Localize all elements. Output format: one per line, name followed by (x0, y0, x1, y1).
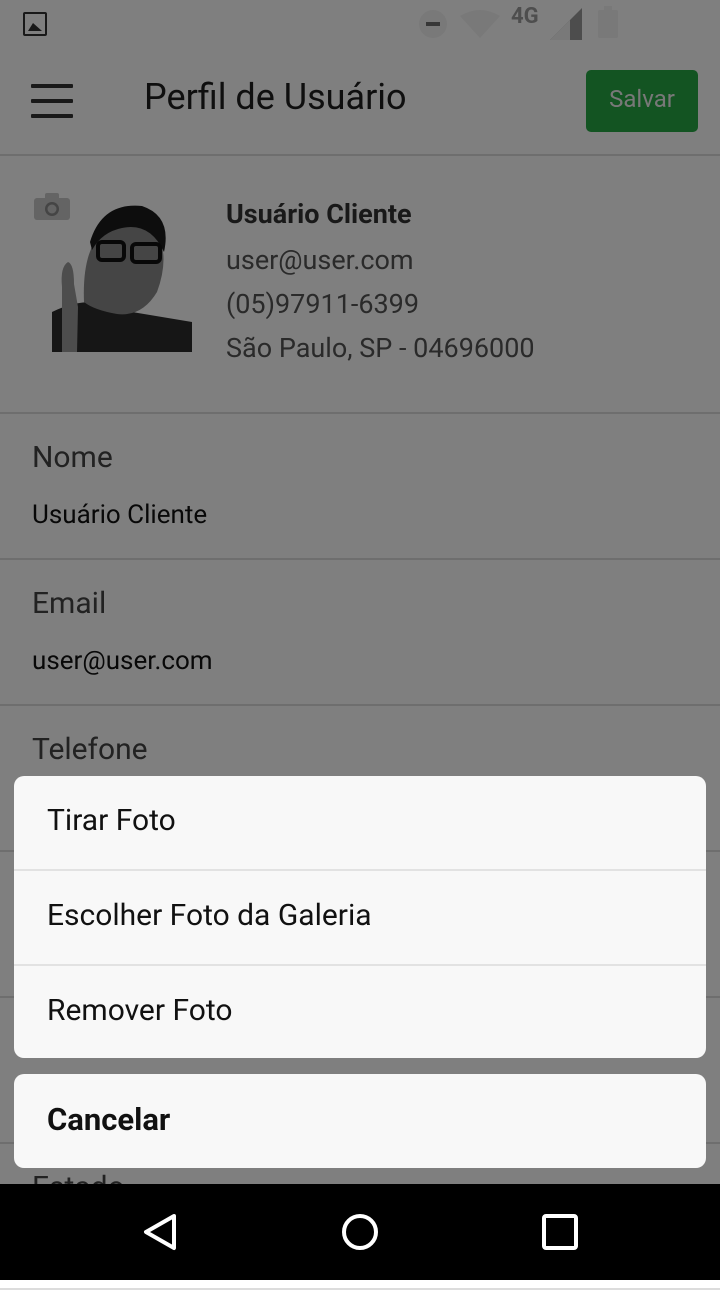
photo-action-sheet: Tirar Foto Escolher Foto da Galeria Remo… (14, 776, 706, 1058)
cancel-button[interactable]: Cancelar (14, 1074, 706, 1168)
recents-square-icon[interactable] (541, 1213, 579, 1251)
remove-photo-option[interactable]: Remover Foto (14, 966, 706, 1058)
choose-from-gallery-option[interactable]: Escolher Foto da Galeria (14, 871, 706, 966)
take-photo-option[interactable]: Tirar Foto (14, 776, 706, 871)
home-circle-icon[interactable] (340, 1212, 380, 1252)
option-label: Escolher Foto da Galeria (47, 898, 372, 933)
option-label: Remover Foto (47, 993, 233, 1028)
back-triangle-icon[interactable] (140, 1212, 180, 1252)
option-label: Tirar Foto (47, 803, 176, 838)
system-navigation-bar (0, 1184, 720, 1280)
cancel-label: Cancelar (47, 1101, 171, 1138)
